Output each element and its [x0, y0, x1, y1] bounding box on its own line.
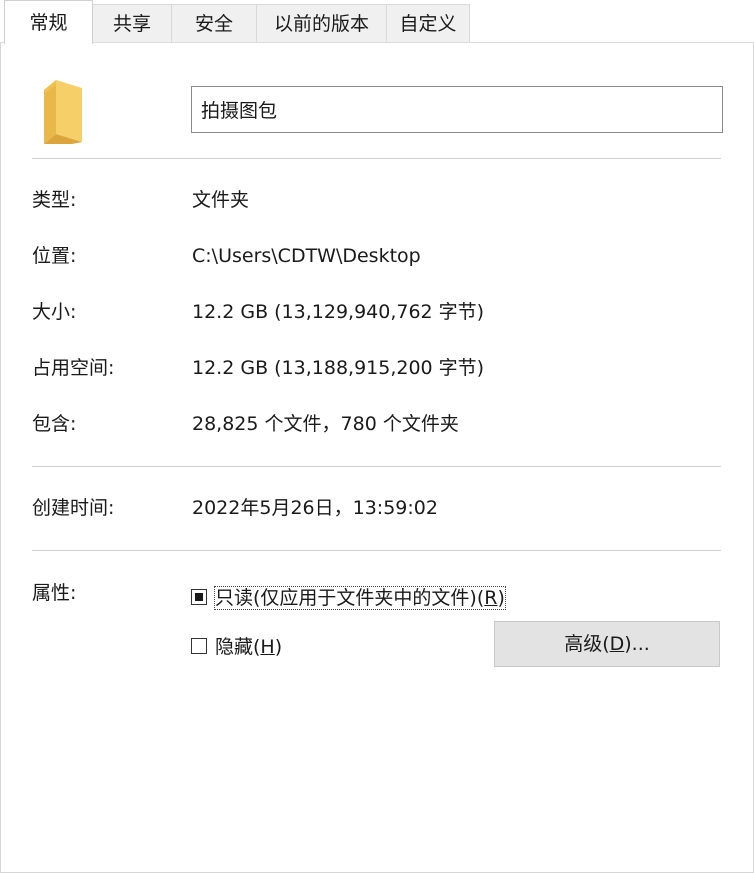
readonly-checkbox[interactable] [191, 588, 207, 605]
separator [32, 466, 721, 467]
hidden-checkbox-label[interactable]: 隐藏(H) [215, 636, 282, 658]
separator [32, 550, 721, 551]
contains-value: 28,825 个文件，780 个文件夹 [192, 413, 459, 435]
hidden-checkbox-row[interactable]: 隐藏(H) [191, 632, 282, 662]
attributes-label: 属性: [32, 582, 77, 604]
location-value: C:\Users\CDTW\Desktop [192, 245, 421, 267]
contains-label: 包含: [32, 413, 77, 435]
type-label: 类型: [32, 189, 77, 211]
type-value: 文件夹 [192, 189, 250, 211]
readonly-checkbox-row[interactable]: 只读(仅应用于文件夹中的文件)(R) [191, 583, 506, 613]
advanced-button[interactable]: 高级(D)... [494, 621, 720, 667]
general-panel [0, 43, 754, 873]
size-on-disk-label: 占用空间: [32, 357, 115, 379]
location-label: 位置: [32, 245, 77, 267]
size-label: 大小: [32, 301, 77, 323]
separator [32, 158, 721, 159]
tab-previous-versions[interactable]: 以前的版本 [256, 4, 387, 42]
hidden-checkbox[interactable] [191, 637, 207, 654]
created-label: 创建时间: [32, 497, 115, 519]
folder-name-input[interactable] [191, 86, 723, 133]
tab-security[interactable]: 安全 [171, 4, 257, 42]
tab-bar: 常规 共享 安全 以前的版本 自定义 [0, 0, 754, 44]
created-value: 2022年5月26日，13:59:02 [192, 497, 438, 519]
tab-general[interactable]: 常规 [4, 0, 93, 44]
size-value: 12.2 GB (13,129,940,762 字节) [192, 301, 485, 323]
readonly-checkbox-label[interactable]: 只读(仅应用于文件夹中的文件)(R) [214, 586, 506, 610]
tab-customize[interactable]: 自定义 [386, 4, 470, 42]
size-on-disk-value: 12.2 GB (13,188,915,200 字节) [192, 357, 485, 379]
folder-icon [44, 80, 82, 144]
tab-sharing[interactable]: 共享 [92, 4, 172, 42]
